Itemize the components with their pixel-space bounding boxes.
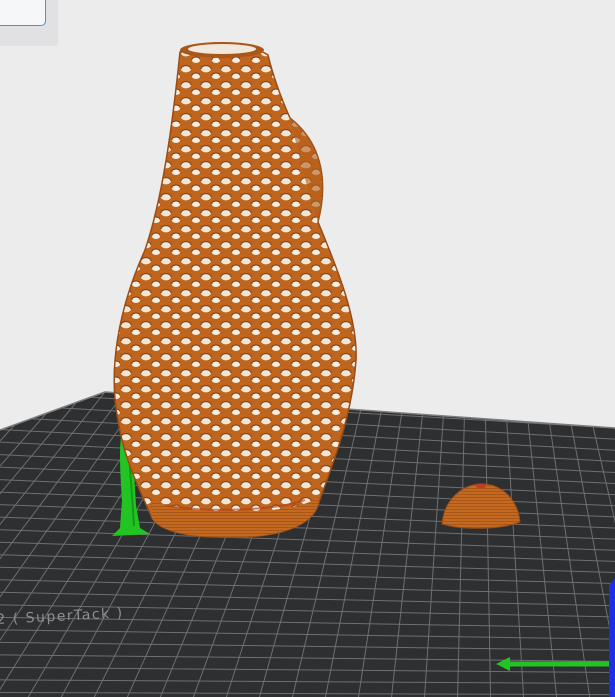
3d-viewport[interactable]: 2 ( SuperTack )	[0, 0, 615, 697]
top-left-input[interactable]	[0, 0, 46, 26]
viewport-canvas[interactable]	[0, 0, 615, 697]
top-left-panel	[0, 0, 58, 46]
voronoi-vase[interactable]	[113, 42, 357, 538]
